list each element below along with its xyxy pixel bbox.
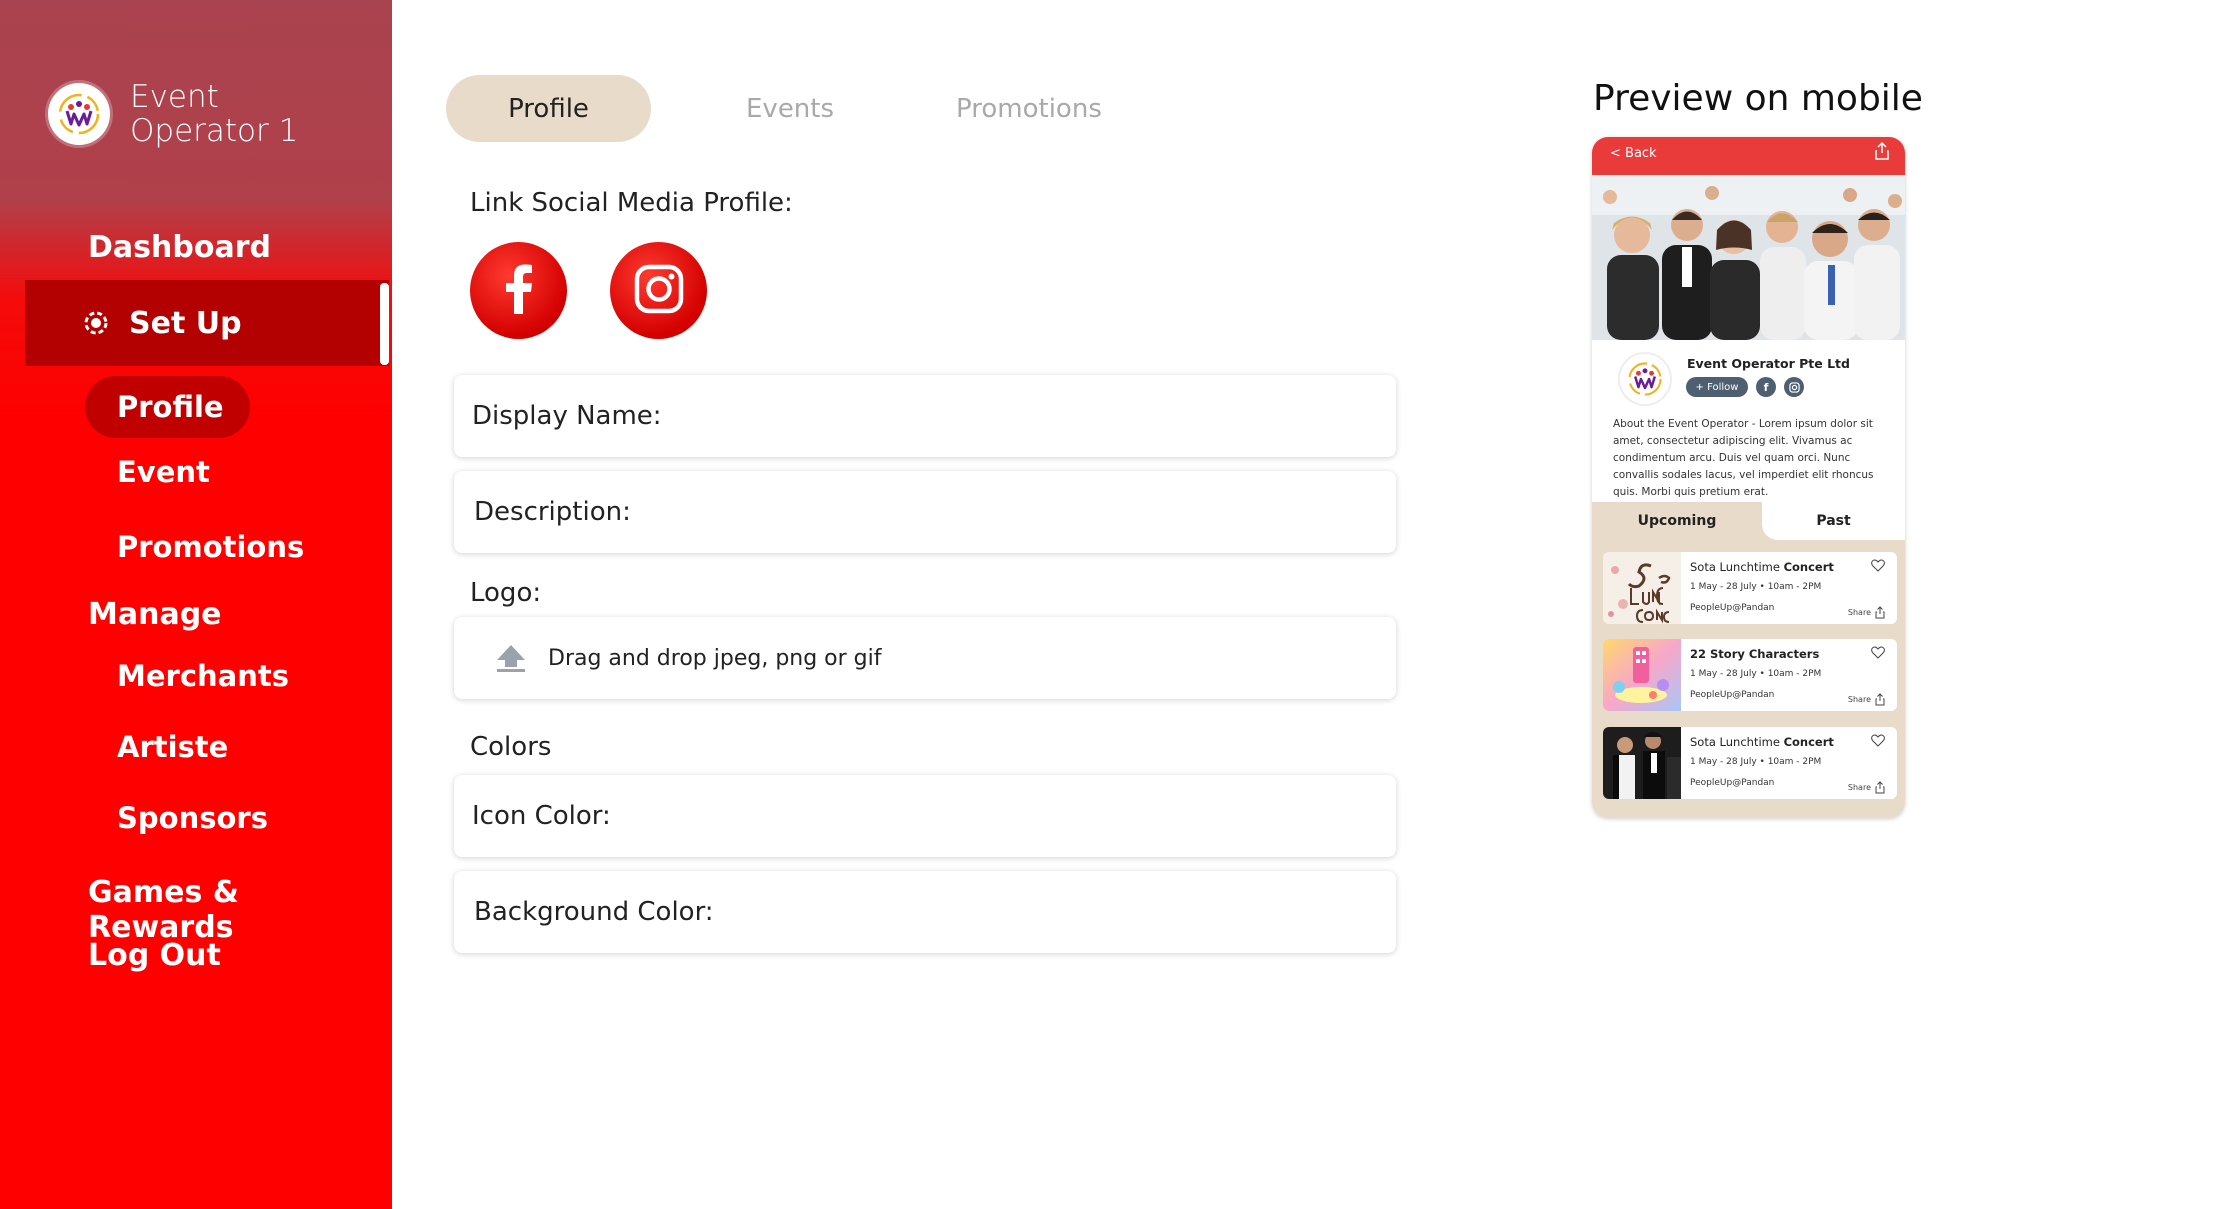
- mobile-back-link[interactable]: < Back: [1610, 146, 1657, 161]
- description-label: Description:: [474, 497, 631, 527]
- share-icon[interactable]: [1875, 604, 1885, 623]
- event-share-label: Share: [1847, 608, 1871, 617]
- mobile-follow-row: + Follow f: [1686, 377, 1812, 397]
- tab-profile[interactable]: Profile: [446, 75, 651, 142]
- sidebar-item-games-rewards[interactable]: Games & Rewards: [88, 875, 392, 945]
- event-card[interactable]: 22 Story Characters 1 May - 28 July • 10…: [1603, 639, 1897, 711]
- event-card[interactable]: Sota Lunchtime Concert 1 May - 28 July •…: [1603, 727, 1897, 799]
- description-field[interactable]: Description:: [454, 471, 1396, 553]
- tab-past[interactable]: Past: [1762, 502, 1905, 540]
- sidebar-subitem-artiste[interactable]: Artiste: [117, 730, 228, 764]
- display-name-label: Display Name:: [472, 401, 662, 431]
- sidebar-item-manage[interactable]: Manage: [88, 597, 222, 632]
- event-title: 22 Story Characters: [1690, 647, 1820, 661]
- mobile-brand-logo-icon: [1618, 352, 1672, 406]
- tab-bar: Profile Events Promotions: [446, 75, 1102, 142]
- background-color-field[interactable]: Background Color:: [454, 871, 1396, 953]
- sidebar-subitem-profile[interactable]: Profile: [85, 376, 250, 438]
- preview-title: Preview on mobile: [1593, 78, 1923, 119]
- event-venue: PeopleUp@Pandan: [1690, 778, 1775, 788]
- sidebar-item-logout[interactable]: Log Out: [88, 938, 221, 973]
- mobile-top-bar: < Back: [1592, 137, 1905, 175]
- sidebar-subitem-event[interactable]: Event: [117, 455, 210, 489]
- upload-text: Drag and drop jpeg, png or gif: [548, 645, 882, 671]
- sidebar-scrollbar[interactable]: [380, 283, 389, 365]
- event-date: 1 May - 28 July • 10am - 2PM: [1690, 757, 1822, 767]
- event-thumbnail: [1603, 727, 1681, 799]
- facebook-icon: [501, 264, 537, 318]
- event-card[interactable]: Sota Lunchtime Concert 1 May - 28 July •…: [1603, 552, 1897, 624]
- event-date: 1 May - 28 July • 10am - 2PM: [1690, 669, 1822, 679]
- heart-icon[interactable]: [1871, 644, 1885, 663]
- icon-color-label: Icon Color:: [472, 801, 611, 831]
- hero-image: [1592, 175, 1905, 340]
- event-thumbnail: [1603, 639, 1681, 711]
- heart-icon[interactable]: [1871, 557, 1885, 576]
- upload-icon: [494, 643, 528, 673]
- colors-label: Colors: [470, 732, 552, 762]
- mobile-instagram-icon[interactable]: [1784, 377, 1804, 397]
- mobile-facebook-icon[interactable]: f: [1756, 377, 1776, 397]
- brand-logo-icon: [48, 83, 110, 145]
- event-thumbnail: [1603, 552, 1681, 624]
- mobile-event-tabs: Upcoming Past: [1592, 502, 1905, 540]
- event-share-label: Share: [1847, 783, 1871, 792]
- display-name-field[interactable]: Display Name:: [454, 375, 1396, 457]
- sidebar-item-setup[interactable]: Set Up: [25, 280, 389, 366]
- event-venue: PeopleUp@Pandan: [1690, 690, 1775, 700]
- sidebar-subitem-merchants[interactable]: Merchants: [117, 659, 289, 693]
- sidebar: Event Operator 1 Dashboard Set Up Profil…: [0, 0, 392, 1209]
- tab-upcoming[interactable]: Upcoming: [1592, 502, 1762, 540]
- sidebar-subitem-sponsors[interactable]: Sponsors: [117, 801, 268, 835]
- logo-upload-dropzone[interactable]: Drag and drop jpeg, png or gif: [454, 617, 1396, 699]
- share-icon[interactable]: [1875, 691, 1885, 710]
- event-venue: PeopleUp@Pandan: [1690, 603, 1775, 613]
- mobile-profile-row: [1618, 352, 1672, 406]
- event-title: Sota Lunchtime Concert: [1690, 560, 1834, 574]
- tab-promotions[interactable]: Promotions: [956, 94, 1102, 124]
- share-icon[interactable]: [1875, 141, 1889, 164]
- brand: Event Operator 1: [48, 80, 298, 148]
- tab-events[interactable]: Events: [746, 94, 834, 124]
- mobile-about-text: About the Event Operator - Lorem ipsum d…: [1613, 418, 1874, 498]
- icon-color-field[interactable]: Icon Color:: [454, 775, 1396, 857]
- instagram-icon: [634, 264, 684, 318]
- mobile-preview: < Back Event Operator Pte Ltd + Follow f…: [1592, 137, 1905, 818]
- event-title: Sota Lunchtime Concert: [1690, 735, 1834, 749]
- event-share-label: Share: [1847, 695, 1871, 704]
- sidebar-item-dashboard[interactable]: Dashboard: [88, 230, 271, 265]
- background-color-label: Background Color:: [474, 897, 714, 927]
- sidebar-subitem-promotions[interactable]: Promotions: [117, 530, 304, 564]
- follow-button[interactable]: + Follow: [1686, 377, 1748, 397]
- sidebar-subitem-profile-label: Profile: [117, 390, 224, 424]
- logo-label: Logo:: [470, 578, 542, 608]
- sidebar-item-setup-label: Set Up: [129, 305, 242, 341]
- brand-name: Event Operator 1: [130, 79, 299, 149]
- mobile-company-name: Event Operator Pte Ltd: [1687, 356, 1850, 371]
- heart-icon[interactable]: [1871, 732, 1885, 751]
- share-icon[interactable]: [1875, 779, 1885, 798]
- social-media-label: Link Social Media Profile:: [470, 188, 793, 218]
- event-date: 1 May - 28 July • 10am - 2PM: [1690, 582, 1822, 592]
- instagram-button[interactable]: [610, 242, 707, 339]
- facebook-button[interactable]: [470, 242, 567, 339]
- setup-gear-icon: [81, 308, 111, 338]
